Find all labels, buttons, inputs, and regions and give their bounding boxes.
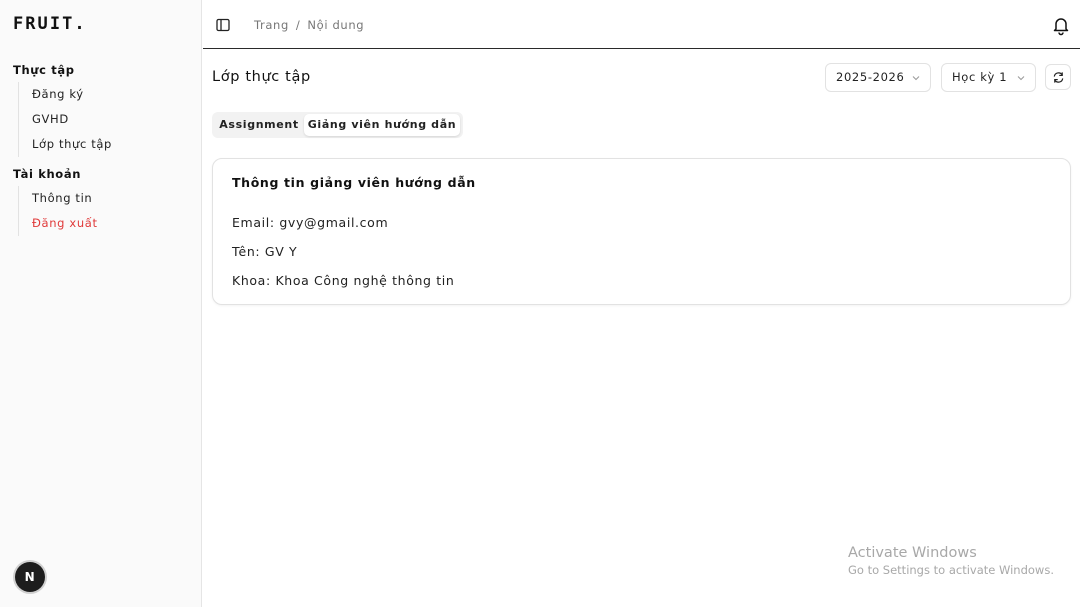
sidebar: FRUIT. Thực tập Đăng ký GVHD Lớp thực tậ… <box>0 0 202 607</box>
breadcrumb: Trang / Nội dung <box>254 18 364 32</box>
tab-assignment[interactable]: Assignment <box>216 114 302 136</box>
supervisor-info-card: Thông tin giảng viên hướng dẫn Email: gv… <box>212 158 1071 305</box>
panel-left-icon[interactable] <box>216 17 230 32</box>
nav-group-internship: Thực tập <box>13 63 75 77</box>
sidebar-item-register[interactable]: Đăng ký <box>19 82 188 107</box>
nav-group-internship-items: Đăng ký GVHD Lớp thực tập <box>18 82 188 157</box>
bell-icon[interactable] <box>1050 14 1072 36</box>
activate-windows-watermark: Activate Windows Go to Settings to activ… <box>848 545 1054 577</box>
tab-list: Assignment Giảng viên hướng dẫn <box>212 112 463 138</box>
refresh-icon <box>1053 72 1064 83</box>
breadcrumb-separator: / <box>295 18 301 32</box>
nav-group-account-items: Thông tin Đăng xuất <box>18 186 188 236</box>
sidebar-item-gvhd[interactable]: GVHD <box>19 107 188 132</box>
year-select-value: 2025-2026 <box>836 70 905 84</box>
sidebar-item-logout[interactable]: Đăng xuất <box>19 211 188 236</box>
chevron-down-icon <box>1017 76 1025 81</box>
sidebar-item-internship-class[interactable]: Lớp thực tập <box>19 132 188 157</box>
year-select[interactable]: 2025-2026 <box>825 63 931 92</box>
avatar[interactable]: N <box>15 562 45 592</box>
refresh-button[interactable] <box>1045 64 1071 90</box>
supervisor-name: Tên: GV Y <box>232 244 298 259</box>
top-header: Trang / Nội dung <box>203 0 1080 49</box>
tab-supervisor[interactable]: Giảng viên hướng dẫn <box>304 114 460 136</box>
sidebar-item-profile[interactable]: Thông tin <box>19 186 188 211</box>
page-title: Lớp thực tập <box>212 69 311 85</box>
card-title: Thông tin giảng viên hướng dẫn <box>232 175 476 190</box>
nav-group-account: Tài khoản <box>13 167 82 181</box>
breadcrumb-home[interactable]: Trang <box>254 18 289 32</box>
supervisor-email: Email: gvy@gmail.com <box>232 215 389 230</box>
supervisor-faculty: Khoa: Khoa Công nghệ thông tin <box>232 273 455 288</box>
chevron-down-icon <box>912 76 920 81</box>
semester-select-value: Học kỳ 1 <box>952 70 1008 84</box>
watermark-subtitle: Go to Settings to activate Windows. <box>848 563 1054 577</box>
watermark-title: Activate Windows <box>848 545 977 561</box>
logo: FRUIT. <box>13 14 87 34</box>
breadcrumb-current: Nội dung <box>307 18 365 32</box>
semester-select[interactable]: Học kỳ 1 <box>941 63 1036 92</box>
